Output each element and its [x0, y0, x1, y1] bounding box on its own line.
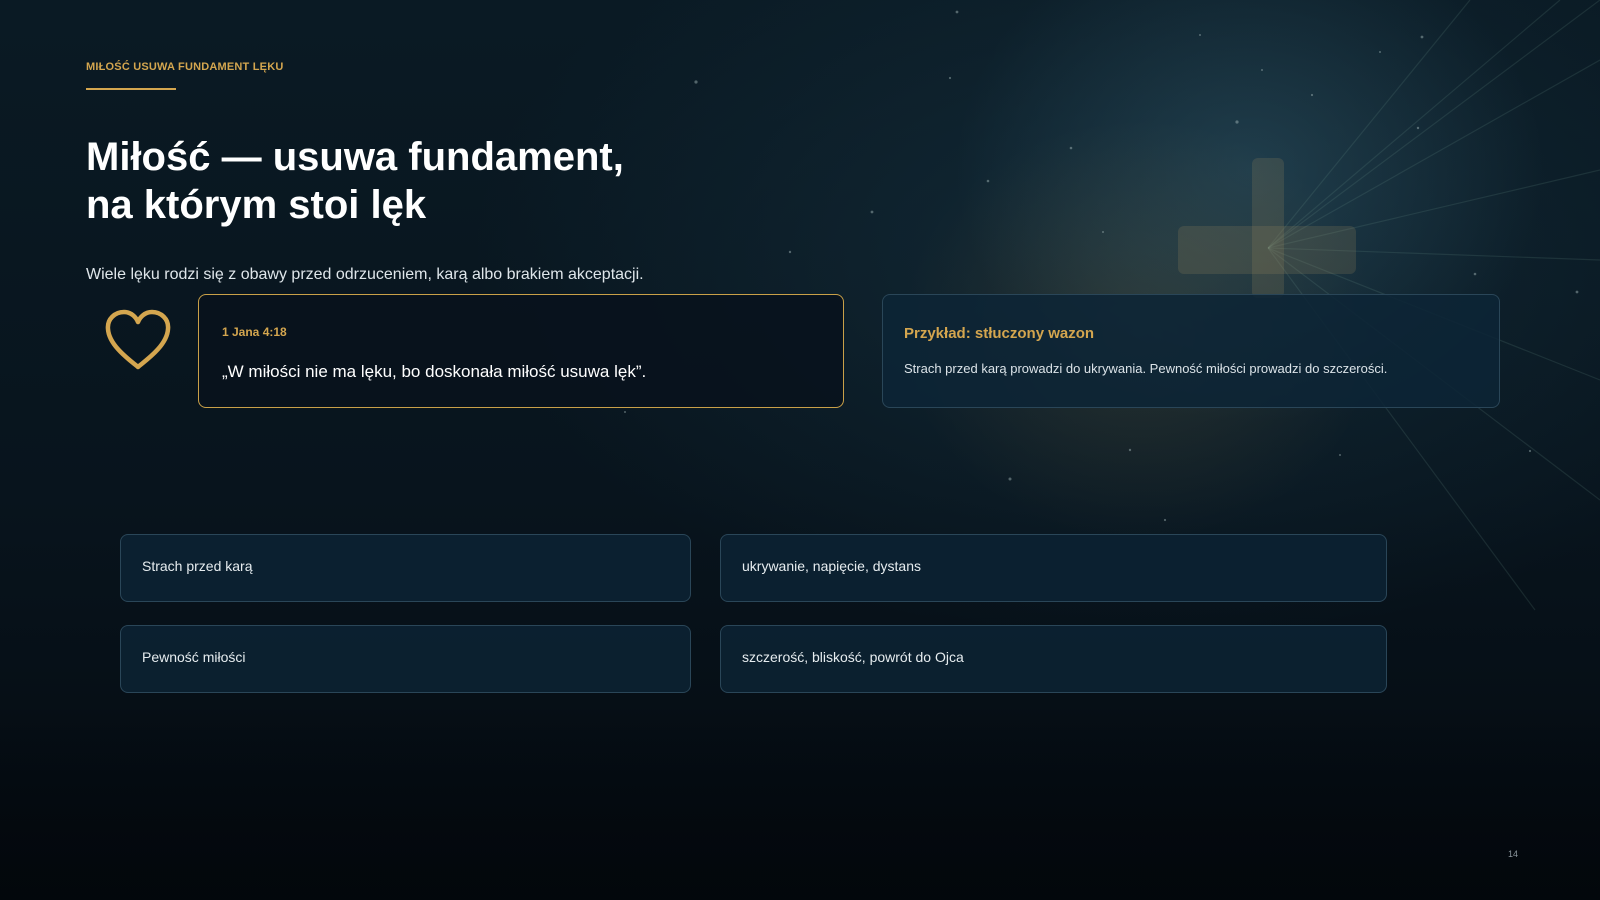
title-line-1: Miłość — usuwa fundament,	[86, 135, 624, 179]
effect-box-love: szczerość, bliskość, powrót do Ojca	[720, 625, 1387, 693]
heart-icon	[105, 309, 171, 370]
page-number: 14	[1508, 849, 1519, 859]
effect-label: szczerość, bliskość, powrót do Ojca	[742, 649, 964, 665]
cause-box-love: Pewność miłości	[120, 625, 691, 693]
cause-label: Pewność miłości	[142, 649, 246, 665]
scripture-text: „W miłości nie ma lęku, bo doskonała mił…	[222, 362, 647, 381]
eyebrow-underline	[86, 88, 176, 90]
title-line-2: na którym stoi lęk	[86, 183, 427, 227]
subtitle: Wiele lęku rodzi się z obawy przed odrzu…	[86, 266, 644, 283]
example-card: Przykład: stłuczony wazon Strach przed k…	[882, 294, 1500, 408]
cause-label: Strach przed karą	[142, 558, 253, 574]
scripture-reference: 1 Jana 4:18	[222, 325, 287, 339]
example-text: Strach przed karą prowadzi do ukrywania.…	[904, 361, 1388, 376]
page-title: Miłość — usuwa fundament, na którym stoi…	[86, 133, 624, 229]
slide: MIŁOŚĆ USUWA FUNDAMENT LĘKU Miłość — usu…	[0, 0, 1600, 900]
effect-label: ukrywanie, napięcie, dystans	[742, 558, 921, 574]
cause-box-fear: Strach przed karą	[120, 534, 691, 602]
cross-icon	[1178, 158, 1356, 298]
section-eyebrow: MIŁOŚĆ USUWA FUNDAMENT LĘKU	[86, 61, 284, 73]
bottom-vignette	[0, 700, 1600, 900]
scripture-quote-card: 1 Jana 4:18 „W miłości nie ma lęku, bo d…	[198, 294, 844, 408]
example-title: Przykład: stłuczony wazon	[904, 325, 1095, 342]
effect-box-fear: ukrywanie, napięcie, dystans	[720, 534, 1387, 602]
